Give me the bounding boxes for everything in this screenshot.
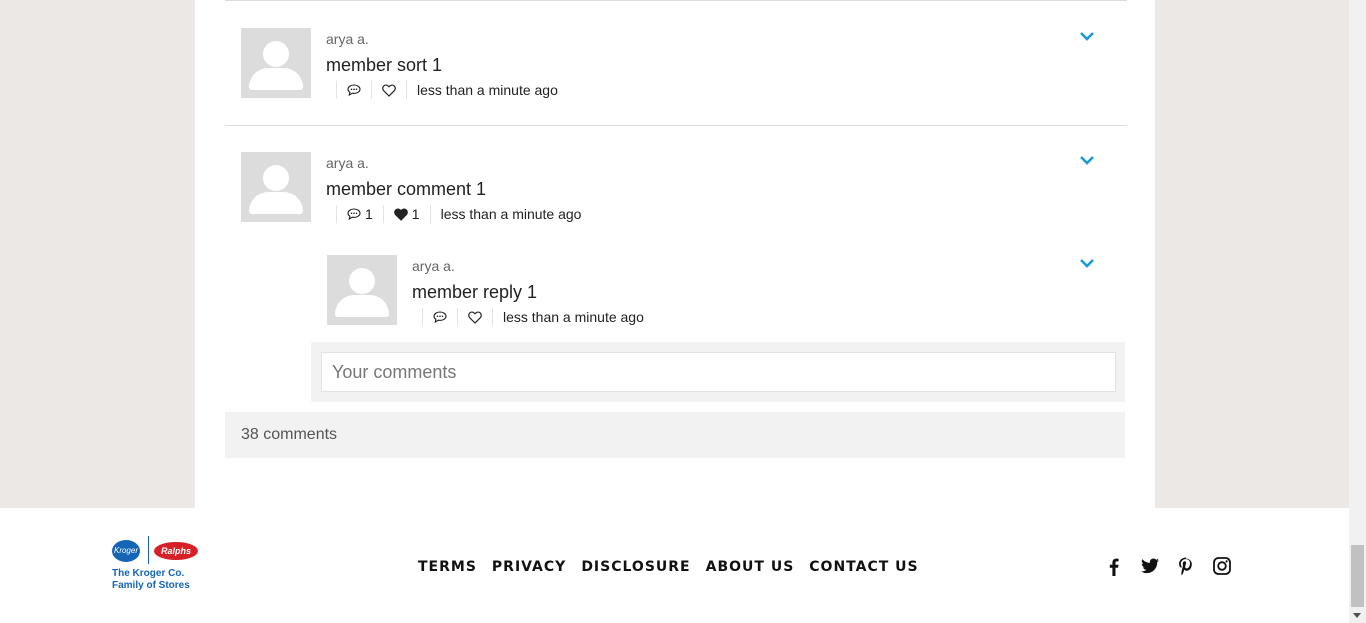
comment: arya a. member comment 1 1 1 less than a… — [225, 126, 1127, 342]
twitter-icon[interactable] — [1140, 556, 1160, 576]
footer-link-privacy[interactable]: PRIVACY — [492, 559, 566, 575]
comments-section: arya a. member sort 1 less than a minute… — [195, 0, 1155, 508]
footer-nav: TERMS PRIVACY DISCLOSURE ABOUT US CONTAC… — [418, 559, 919, 575]
reply-text: member reply 1 — [412, 282, 538, 302]
reply-actions: less than a minute ago — [422, 308, 644, 326]
heart-outline-icon — [382, 83, 396, 97]
tagline-line2: Family of Stores — [112, 580, 190, 591]
footer-link-contact-us[interactable]: CONTACT US — [809, 559, 918, 575]
pinterest-icon[interactable] — [1176, 556, 1196, 576]
avatar[interactable] — [327, 255, 397, 325]
like-button[interactable] — [372, 83, 406, 97]
reply-timestamp: less than a minute ago — [503, 309, 644, 325]
scrollbar-thumb[interactable] — [1351, 545, 1364, 607]
avatar[interactable] — [241, 28, 311, 98]
logo-tagline: The Kroger Co. Family of Stores — [112, 568, 202, 592]
heart-outline-icon — [468, 310, 482, 324]
instagram-icon[interactable] — [1212, 556, 1232, 576]
chevron-down-icon[interactable] — [1079, 257, 1095, 269]
comment-form — [311, 342, 1125, 402]
footer: Kroger Ralphs The Kroger Co. Family of S… — [0, 508, 1350, 623]
reply: arya a. member reply 1 less than a minut… — [225, 126, 1127, 342]
speech-bubble-icon — [433, 311, 447, 323]
reply-button[interactable] — [337, 84, 371, 96]
comment: arya a. member sort 1 less than a minute… — [225, 2, 1127, 126]
kroger-logo: Kroger — [112, 540, 140, 562]
comment-text: member sort 1 — [326, 55, 443, 75]
speech-bubble-icon — [347, 84, 361, 96]
reply-button[interactable] — [423, 311, 457, 323]
comment-timestamp: less than a minute ago — [417, 82, 558, 98]
social-links — [1104, 556, 1232, 576]
comment-count[interactable]: 38 comments — [225, 412, 1125, 458]
comment-author[interactable]: arya a. — [326, 31, 369, 47]
like-button[interactable] — [458, 310, 492, 324]
comment-input[interactable] — [321, 352, 1116, 392]
scroll-down-arrow[interactable] — [1353, 613, 1361, 618]
footer-link-terms[interactable]: TERMS — [418, 559, 477, 575]
reply-author[interactable]: arya a. — [412, 258, 455, 274]
kroger-family-logo[interactable]: Kroger Ralphs The Kroger Co. Family of S… — [112, 532, 202, 592]
footer-link-disclosure[interactable]: DISCLOSURE — [581, 559, 690, 575]
logo-divider — [148, 536, 149, 564]
scrollbar[interactable] — [1349, 0, 1366, 623]
footer-link-about-us[interactable]: ABOUT US — [706, 559, 795, 575]
comment-actions: less than a minute ago — [336, 81, 558, 99]
tagline-line1: The Kroger Co. — [112, 568, 185, 579]
facebook-icon[interactable] — [1104, 556, 1124, 576]
ralphs-logo: Ralphs — [154, 542, 198, 560]
chevron-down-icon[interactable] — [1079, 30, 1095, 42]
